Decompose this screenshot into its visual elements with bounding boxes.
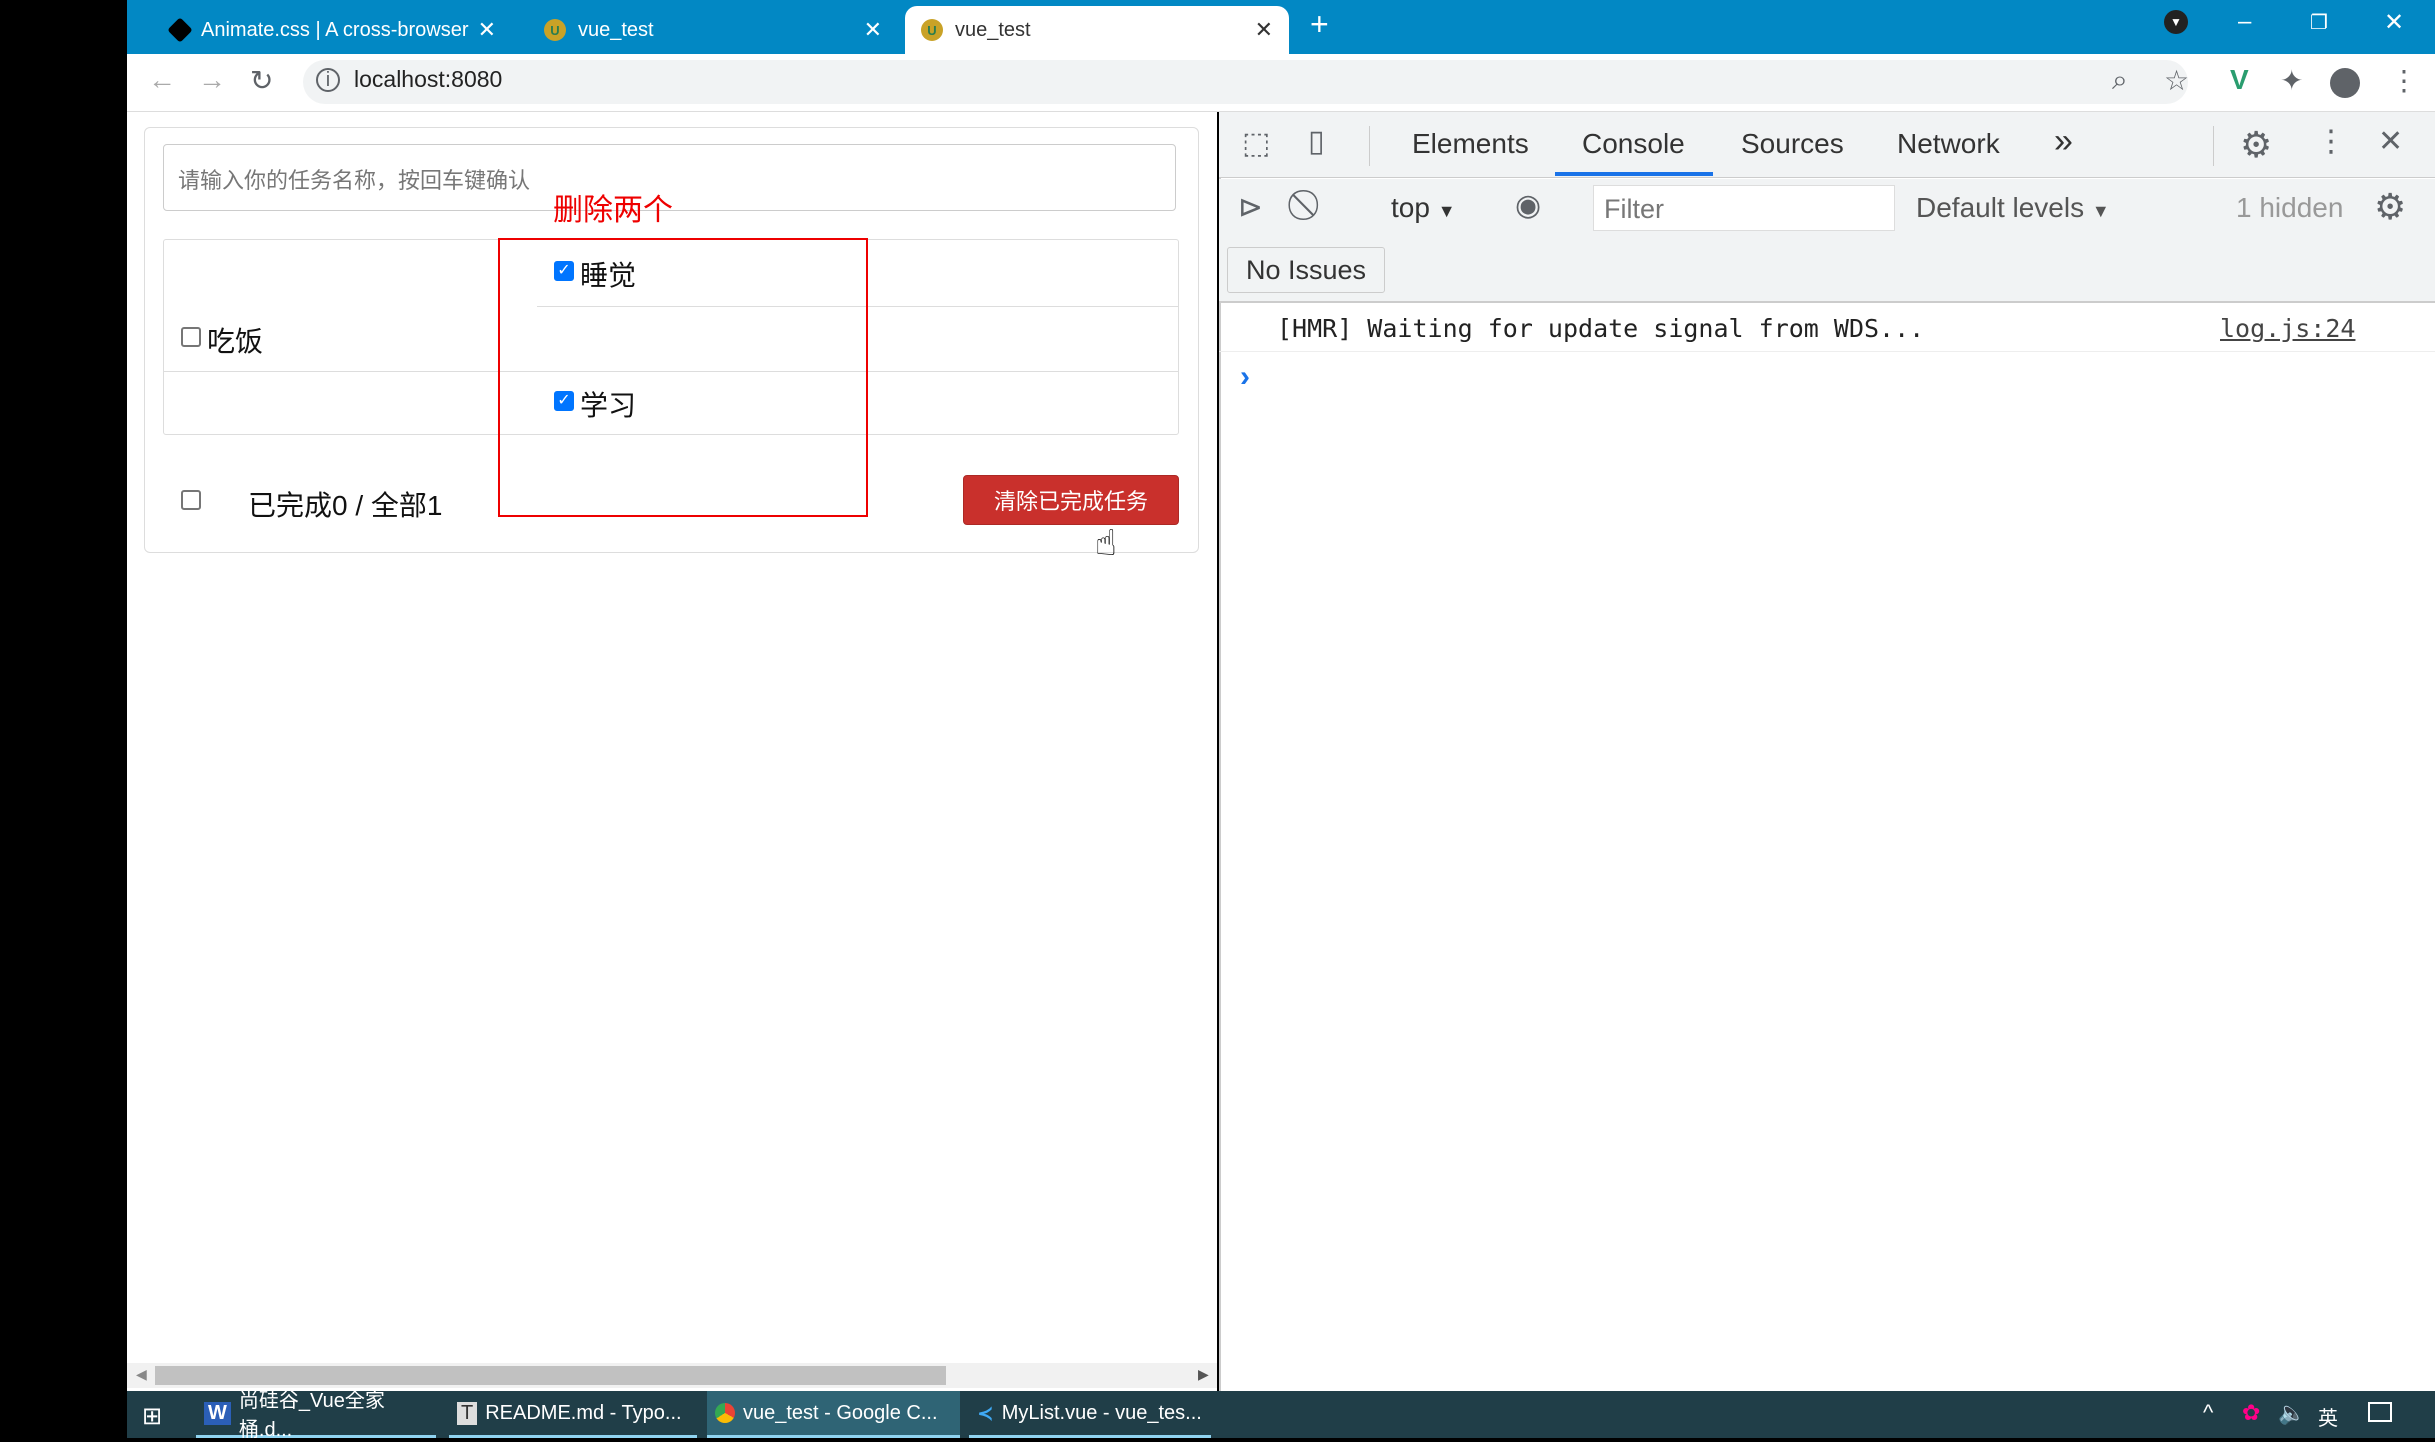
console-source-link[interactable]: log.js:24 [2220, 314, 2355, 343]
profile-avatar[interactable] [2330, 68, 2360, 98]
todo-checkbox[interactable] [181, 327, 201, 347]
console-message-text: [HMR] Waiting for update signal from WDS… [1277, 314, 1925, 343]
info-icon[interactable]: i [316, 68, 340, 92]
forward-button[interactable]: → [198, 64, 226, 96]
dropdown-arrow-icon: ▼ [1437, 201, 1456, 221]
active-tab-indicator [1555, 172, 1713, 176]
more-tabs-icon[interactable]: » [2054, 122, 2073, 161]
close-devtools-icon[interactable]: ✕ [2378, 124, 2403, 159]
todo-title: 吃饭 [207, 326, 264, 357]
zoom-icon[interactable]: ⌕ [2112, 64, 2128, 97]
filter-input[interactable]: Filter [1593, 185, 1895, 231]
tray-app-icon[interactable]: ✿ [2242, 1400, 2260, 1426]
select-all-checkbox[interactable] [181, 490, 201, 510]
close-window-button[interactable]: ✕ [2384, 8, 2404, 37]
sidebar-toggle-icon[interactable]: ⊳ [1238, 190, 1263, 225]
hidden-count: 1 hidden [2236, 192, 2344, 223]
scroll-right-icon[interactable]: ▶ [1198, 1366, 1209, 1383]
chrome-icon [715, 1403, 735, 1423]
vue-icon: U [544, 19, 566, 41]
vue-icon: U [921, 19, 943, 41]
tab-title: Animate.css | A cross-browser [201, 18, 469, 41]
footer-count: 已完成0 / 全部1 [248, 490, 443, 521]
console-settings-icon[interactable]: ⚙ [2374, 186, 2406, 228]
levels-label: Default levels [1916, 192, 2085, 223]
close-tab-icon[interactable]: ✕ [1255, 17, 1273, 43]
minimize-button[interactable]: – [2238, 8, 2251, 36]
back-button[interactable]: ← [148, 64, 176, 96]
hand-cursor-icon: ☝ [1095, 522, 1117, 563]
taskbar-item-word[interactable]: W 尚硅谷_Vue全家桶.d... [196, 1390, 436, 1441]
taskbar-label: 尚硅谷_Vue全家桶.d... [238, 1390, 385, 1441]
extensions-icon[interactable]: ✦ [2280, 64, 2303, 97]
vscode-icon: ≺ [977, 1402, 994, 1425]
context-label: top [1391, 192, 1430, 223]
address-bar[interactable] [303, 60, 2188, 104]
tab-sources[interactable]: Sources [1741, 128, 1844, 160]
device-toolbar-icon[interactable]: ▯ [1308, 124, 1325, 159]
restore-button[interactable]: ❐ [2310, 10, 2328, 35]
inspect-element-icon[interactable]: ⬚ [1242, 126, 1270, 161]
live-expression-eye-icon[interactable]: ◉ [1515, 188, 1541, 223]
tab-elements[interactable]: Elements [1412, 128, 1529, 160]
clear-completed-button[interactable]: 清除已完成任务 [963, 475, 1179, 525]
annotation-box [498, 238, 868, 517]
tray-chevron-icon[interactable]: ^ [2203, 1400, 2213, 1426]
tab-vue-test-active[interactable]: U vue_test ✕ [905, 6, 1289, 54]
taskbar-item-typora[interactable]: T README.md - Typo... [449, 1391, 697, 1438]
taskbar-item-chrome[interactable]: vue_test - Google C... [707, 1391, 960, 1438]
settings-gear-icon[interactable]: ⚙ [2240, 124, 2272, 166]
taskbar-label: MyList.vue - vue_tes... [1001, 1401, 1202, 1424]
taskbar-label: README.md - Typo... [485, 1401, 682, 1424]
devtools-panel [1219, 112, 2435, 1391]
tab-title: vue_test [955, 18, 1031, 41]
volume-icon[interactable]: 🔈 [2278, 1400, 2305, 1426]
tab-search-icon[interactable]: ▼ [2164, 10, 2188, 34]
scroll-left-icon[interactable]: ◀ [136, 1366, 147, 1383]
menu-icon[interactable]: ⋮ [2390, 64, 2418, 97]
close-tab-icon[interactable]: ✕ [864, 17, 882, 43]
tab-console[interactable]: Console [1582, 128, 1685, 160]
vue-devtools-icon[interactable]: V [2230, 64, 2249, 96]
animate-icon [167, 17, 193, 43]
dropdown-arrow-icon: ▼ [2091, 201, 2110, 221]
context-selector[interactable]: top ▼ [1391, 192, 1456, 224]
console-prompt[interactable]: › [1240, 360, 1250, 394]
url-text[interactable]: localhost:8080 [354, 66, 502, 93]
taskbar-item-vscode[interactable]: ≺ MyList.vue - vue_tes... [969, 1391, 1211, 1438]
tab-animate[interactable]: Animate.css | A cross-browser ✕ [155, 6, 512, 54]
reload-button[interactable]: ↻ [250, 64, 273, 97]
notification-icon[interactable] [2368, 1402, 2392, 1422]
scrollbar-thumb[interactable] [155, 1366, 946, 1385]
tab-vue-test-1[interactable]: U vue_test ✕ [528, 6, 898, 54]
log-levels-dropdown[interactable]: Default levels ▼ [1916, 192, 2110, 224]
windows-start-icon[interactable]: ⊞ [142, 1402, 162, 1431]
issues-button[interactable]: No Issues [1227, 247, 1385, 293]
tab-title: vue_test [578, 18, 654, 41]
star-icon[interactable]: ☆ [2164, 64, 2189, 97]
ime-indicator[interactable]: 英 [2318, 1402, 2338, 1431]
word-icon: W [204, 1401, 231, 1425]
more-options-icon[interactable]: ⋮ [2316, 124, 2346, 159]
annotation-text: 删除两个 [553, 194, 673, 227]
taskbar-label: vue_test - Google C... [743, 1401, 938, 1424]
new-tab-button[interactable]: + [1310, 6, 1329, 43]
tab-network[interactable]: Network [1897, 128, 2000, 160]
close-tab-icon[interactable]: ✕ [478, 17, 496, 43]
typora-icon: T [457, 1401, 478, 1425]
